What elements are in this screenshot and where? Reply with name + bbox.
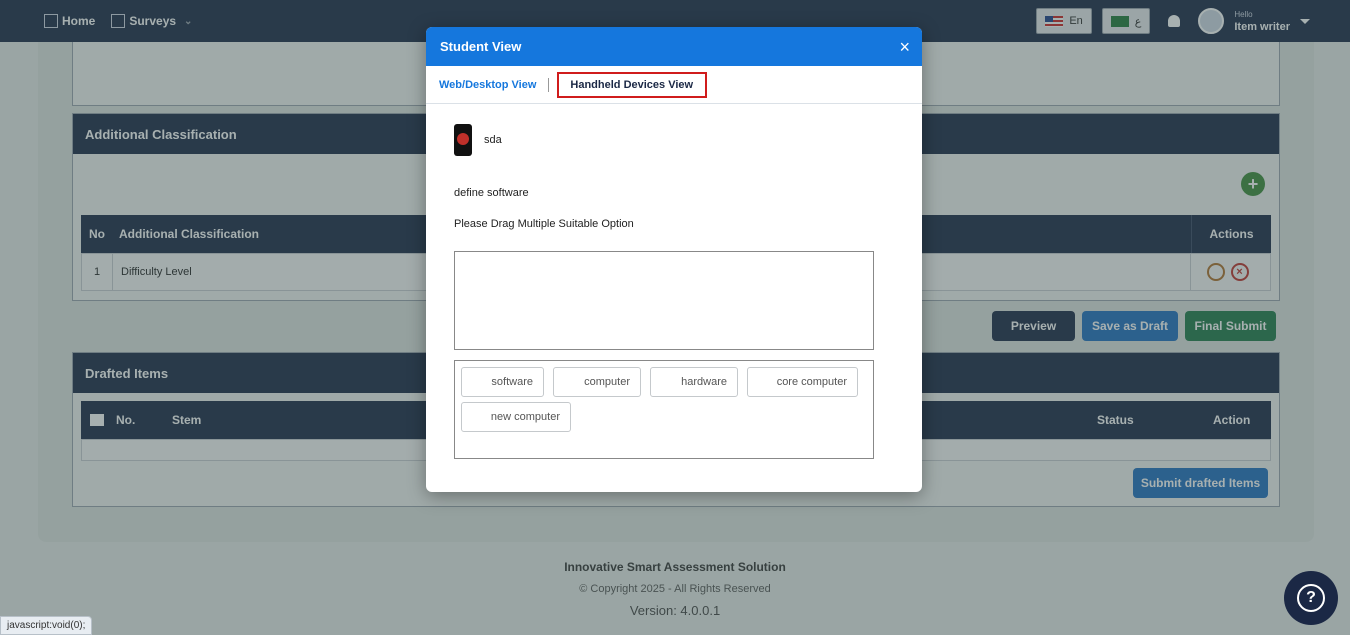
option-computer[interactable]: computer xyxy=(553,367,641,397)
help-button[interactable]: ? xyxy=(1284,571,1338,625)
view-tabs: Web/Desktop View Handheld Devices View xyxy=(426,66,922,104)
tab-separator xyxy=(548,77,550,92)
option-software[interactable]: software xyxy=(461,367,544,397)
question-header: sda xyxy=(454,124,502,156)
option-new-computer[interactable]: new computer xyxy=(461,402,571,432)
tab-handheld-devices[interactable]: Handheld Devices View xyxy=(557,71,708,98)
option-hardware[interactable]: hardware xyxy=(650,367,738,397)
logo-text: sda xyxy=(484,134,502,146)
option-core-computer[interactable]: core computer xyxy=(747,367,858,397)
options-container: software computer hardware core computer… xyxy=(454,360,874,459)
close-icon[interactable]: × xyxy=(899,38,910,56)
modal-header: Student View × xyxy=(426,27,922,66)
question-mark-icon: ? xyxy=(1297,584,1325,612)
instruction-text: Please Drag Multiple Suitable Option xyxy=(454,218,634,230)
student-view-modal: Student View × Web/Desktop View Handheld… xyxy=(426,27,922,492)
modal-title: Student View xyxy=(440,39,522,54)
drop-zone[interactable] xyxy=(454,251,874,350)
logo-image xyxy=(454,124,472,156)
status-bar: javascript:void(0); xyxy=(0,616,93,635)
tab-web-desktop[interactable]: Web/Desktop View xyxy=(439,79,536,91)
question-text: define software xyxy=(454,187,529,199)
